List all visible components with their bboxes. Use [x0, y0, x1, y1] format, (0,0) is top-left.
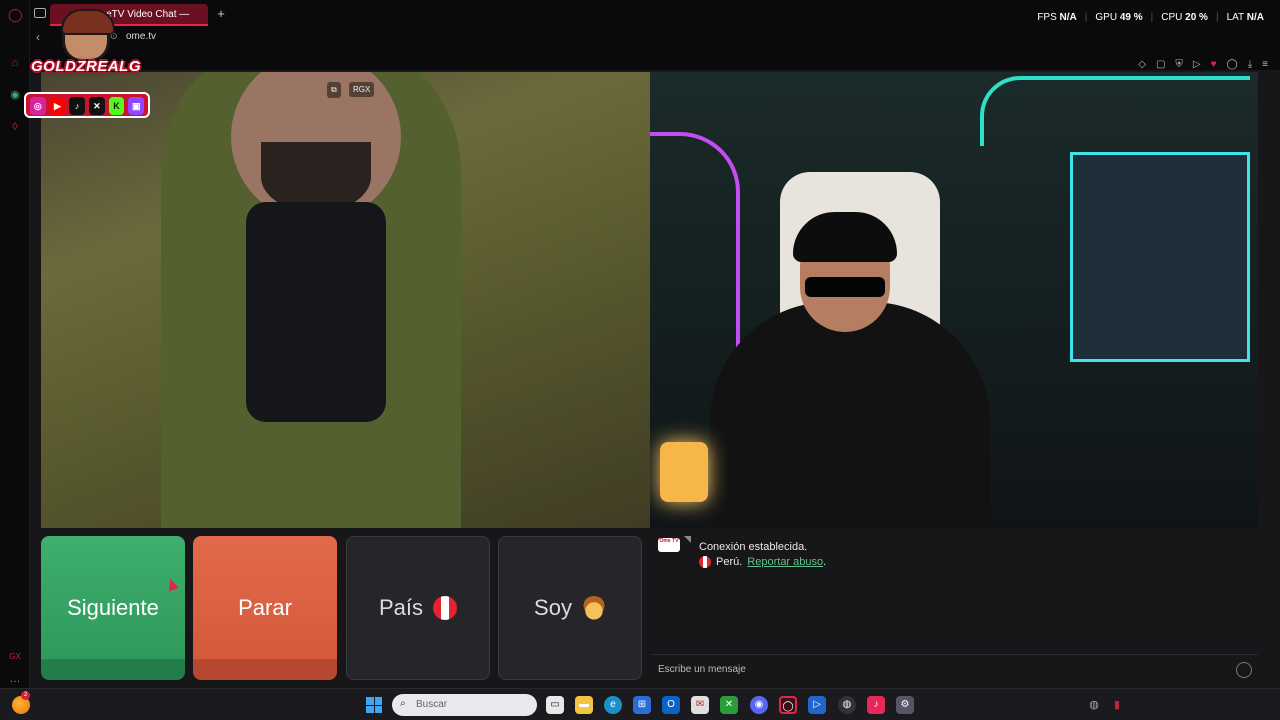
stats-divider: |	[1150, 12, 1154, 23]
tray-mic-icon[interactable]: ▮	[1114, 699, 1120, 711]
task-view-icon[interactable]: ▭	[546, 696, 564, 714]
cpu-label: CPU	[1161, 12, 1183, 23]
tab-bar: OmeTV Video Chat — + FPS N/A | GPU 49 % …	[30, 0, 1280, 30]
twitch-icon: ▣	[128, 97, 145, 115]
profile-icon[interactable]: ◯	[1227, 59, 1238, 70]
stop-label: Parar	[238, 595, 292, 620]
lat-value: N/A	[1246, 12, 1264, 23]
boy-face-icon	[581, 596, 606, 620]
stranger-shirt	[246, 202, 386, 422]
edge-icon[interactable]: e	[604, 696, 622, 714]
kick-icon: K	[108, 97, 125, 115]
report-abuse-link[interactable]: Reportar abuso	[747, 556, 823, 568]
chat-controls: Siguiente Parar País Soy	[41, 536, 646, 680]
streamer-overlay: GOLDZREALG ◎ ▶ ♪ ✕ K ▣	[18, 8, 154, 120]
more-icon[interactable]: …	[8, 672, 22, 686]
lat-label: LAT	[1226, 12, 1244, 23]
instagram-icon: ◎	[30, 97, 46, 115]
search-placeholder: Buscar	[416, 699, 448, 710]
message-input[interactable]: Escribe un mensaje	[650, 654, 1258, 686]
report-suffix: .	[823, 556, 827, 568]
start-button[interactable]	[366, 697, 382, 713]
self-video	[650, 72, 1258, 528]
next-button[interactable]: Siguiente	[41, 536, 185, 680]
obs-icon[interactable]: ◍	[838, 696, 856, 714]
stats-divider: |	[1084, 12, 1088, 23]
country-button[interactable]: País	[346, 536, 490, 680]
xbox-icon[interactable]: ✕	[720, 696, 738, 714]
menu-icon[interactable]: ≡	[1262, 59, 1268, 70]
rgx-badge[interactable]: RGX	[349, 82, 375, 97]
peru-flag-icon	[699, 556, 711, 568]
fps-value: N/A	[1059, 12, 1077, 23]
play-icon[interactable]: ▷	[1193, 59, 1201, 70]
pc-case	[1070, 152, 1250, 362]
x-icon: ✕	[89, 97, 105, 115]
snapshot-icon[interactable]: ▢	[1156, 59, 1165, 70]
gpu-label: GPU	[1095, 12, 1118, 23]
ometv-page: ⧉ RGX Siguiente Parar País Soy Ome TV Co…	[30, 70, 1280, 688]
opera-gx-taskbar-icon[interactable]: ◯	[779, 696, 797, 714]
download-icon[interactable]: ⤓	[1248, 59, 1252, 70]
bookmark-icon[interactable]: ◇	[1138, 59, 1146, 70]
stranger-video: ⧉ RGX	[41, 72, 650, 528]
stats-divider: |	[1215, 12, 1219, 23]
streamer-brand: GOLDZREALG	[31, 58, 141, 75]
system-tray: ◍ ▮	[1089, 698, 1120, 711]
mouse-cursor-icon	[165, 576, 179, 592]
emoji-icon[interactable]	[1236, 662, 1252, 678]
shield-icon[interactable]: ⛨	[1175, 59, 1183, 70]
streamer-avatar	[61, 9, 115, 62]
windows-taskbar: 2 ⌕ Buscar ▭ ▬ e ⊞ O ✉ ✕ ◉ ◯ ▷ ◍ ♪ ⚙ ◍ ▮	[0, 688, 1280, 720]
weather-badge: 2	[21, 691, 30, 700]
stop-button[interactable]: Parar	[193, 536, 337, 680]
ometv-logo: Ome TV	[658, 538, 680, 552]
gpu-value: 49 %	[1119, 12, 1143, 23]
gender-button[interactable]: Soy	[498, 536, 642, 680]
gender-label: Soy	[534, 595, 572, 620]
connection-message: Conexión establecida.	[699, 541, 808, 553]
settings-icon[interactable]: ⚙	[896, 696, 914, 714]
tiktok-studio-icon[interactable]: ♪	[867, 696, 885, 714]
notification-icon[interactable]: ◊	[8, 120, 22, 134]
toolbar-icons: ◇ ▢ ⛨ ▷ ♥ ◯ ⤓ ≡	[1138, 59, 1268, 70]
gx-performance-stats: FPS N/A | GPU 49 % | CPU 20 % | LAT N/A	[1037, 12, 1264, 23]
discord-icon[interactable]: ◉	[750, 696, 768, 714]
next-label: Siguiente	[67, 595, 159, 620]
message-placeholder: Escribe un mensaje	[658, 664, 746, 675]
store-icon[interactable]: ⊞	[633, 696, 651, 714]
neon-light-cyan	[980, 76, 1250, 146]
new-tab-button[interactable]: +	[214, 7, 228, 21]
search-icon: ⌕	[400, 698, 406, 709]
fps-label: FPS	[1037, 12, 1057, 23]
stranger-country: Perú.	[716, 556, 743, 568]
heart-icon[interactable]: ♥	[1211, 59, 1217, 70]
address-bar: ‹ ⊙ ome.tv ◇ ▢ ⛨ ▷ ♥ ◯ ⤓ ≡	[30, 28, 1280, 70]
mail-icon[interactable]: ✉	[691, 696, 709, 714]
popout-icon[interactable]: ⧉	[327, 82, 341, 98]
youtube-icon: ▶	[49, 97, 66, 115]
country-label: País	[378, 595, 424, 620]
chat-panel: Ome TV Conexión establecida. Perú. Repor…	[650, 528, 1258, 688]
streamer-body	[710, 302, 990, 528]
neon-light	[650, 132, 740, 382]
lamp	[660, 442, 708, 502]
outlook-icon[interactable]: O	[662, 696, 680, 714]
streamer-glasses	[805, 277, 885, 297]
cpu-value: 20 %	[1185, 12, 1208, 23]
social-icons: ◎ ▶ ♪ ✕ K ▣	[24, 92, 150, 118]
logo-corner-icon	[684, 536, 691, 543]
streamlabs-icon[interactable]: ▷	[808, 696, 826, 714]
gx-label[interactable]: GX	[8, 650, 22, 664]
tray-app-icon[interactable]: ◍	[1089, 699, 1099, 711]
peru-flag-icon	[433, 596, 458, 620]
file-explorer-icon[interactable]: ▬	[575, 696, 593, 714]
stranger-info-line: Perú. Reportar abuso.	[699, 556, 826, 568]
taskbar-search[interactable]: ⌕ Buscar	[392, 694, 537, 716]
tiktok-icon: ♪	[69, 97, 86, 115]
